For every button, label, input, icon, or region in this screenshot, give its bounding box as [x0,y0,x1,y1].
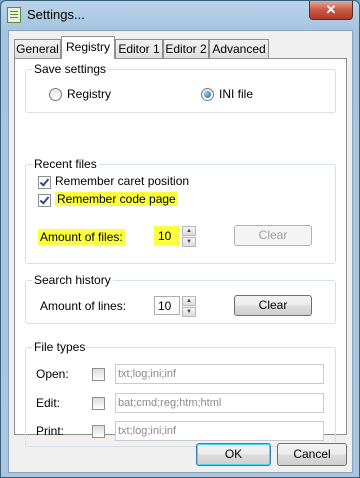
amount-of-lines-label: Amount of lines: [40,299,127,313]
spin-down-icon[interactable]: ▼ [182,307,196,317]
amount-of-lines-spinner[interactable]: ▲ ▼ [182,296,196,317]
tab-editor-2[interactable]: Editor 2 [163,39,209,58]
tab-registry[interactable]: Registry [61,36,115,59]
amount-of-files-input[interactable]: 10 [154,226,180,245]
window-title: Settings... [27,7,85,22]
save-settings-title: Save settings [32,62,109,76]
dialog-client-area: General Registry Editor 1 Editor 2 Advan… [8,30,353,473]
edit-label: Edit: [36,396,61,410]
print-checkbox[interactable] [92,425,105,438]
remember-caret-label[interactable]: Remember caret position [55,174,189,188]
edit-extensions-input[interactable]: bat;cmd;reg;htm;html [115,393,324,413]
ok-button[interactable]: OK [196,443,271,466]
file-types-group: File types Open: txt;log;ini;inf Edit: b… [25,340,336,447]
ini-file-radio-label[interactable]: INI file [219,87,253,101]
amount-of-files-spinner[interactable]: ▲ ▼ [182,226,196,247]
edit-checkbox[interactable] [92,397,105,410]
registry-tab-panel: Save settings Registry INI file Recent f… [14,58,347,447]
cancel-button[interactable]: Cancel [277,443,347,466]
recent-files-clear-button[interactable]: Clear [234,225,312,246]
print-extensions-input[interactable]: txt;log;ini;inf [115,421,324,441]
recent-files-group: Recent files Remember caret position Rem… [25,157,336,264]
remember-caret-checkbox[interactable] [38,176,51,189]
file-types-title: File types [32,340,88,354]
remember-code-page-checkbox[interactable] [38,194,51,207]
amount-of-files-label: Amount of files: [38,229,125,245]
tab-advanced[interactable]: Advanced [209,39,269,58]
search-history-title: Search history [32,273,113,287]
close-button[interactable]: ✕ [309,1,353,20]
amount-of-lines-input[interactable]: 10 [154,296,180,315]
search-history-clear-button[interactable]: Clear [234,295,312,316]
close-icon: ✕ [325,2,337,17]
open-extensions-input[interactable]: txt;log;ini;inf [115,364,324,384]
recent-files-title: Recent files [32,157,99,171]
spin-down-icon[interactable]: ▼ [182,237,196,247]
tab-general[interactable]: General [14,39,61,58]
spin-up-icon[interactable]: ▲ [182,296,196,306]
open-label: Open: [36,367,69,381]
remember-code-page-label[interactable]: Remember code page [55,192,178,206]
settings-window: Settings... ✕ General Registry Editor 1 … [0,0,360,478]
title-bar[interactable]: Settings... ✕ [1,1,359,29]
registry-radio[interactable] [49,88,62,101]
search-history-group: Search history Amount of lines: 10 ▲ ▼ C… [25,273,336,324]
spin-up-icon[interactable]: ▲ [182,226,196,236]
open-checkbox[interactable] [92,368,105,381]
print-label: Print: [36,424,65,438]
registry-radio-label[interactable]: Registry [67,87,111,101]
save-settings-group: Save settings Registry INI file [25,62,336,113]
ini-file-radio[interactable] [201,88,214,101]
tab-editor-1[interactable]: Editor 1 [115,39,163,58]
notepad-icon [7,7,21,23]
